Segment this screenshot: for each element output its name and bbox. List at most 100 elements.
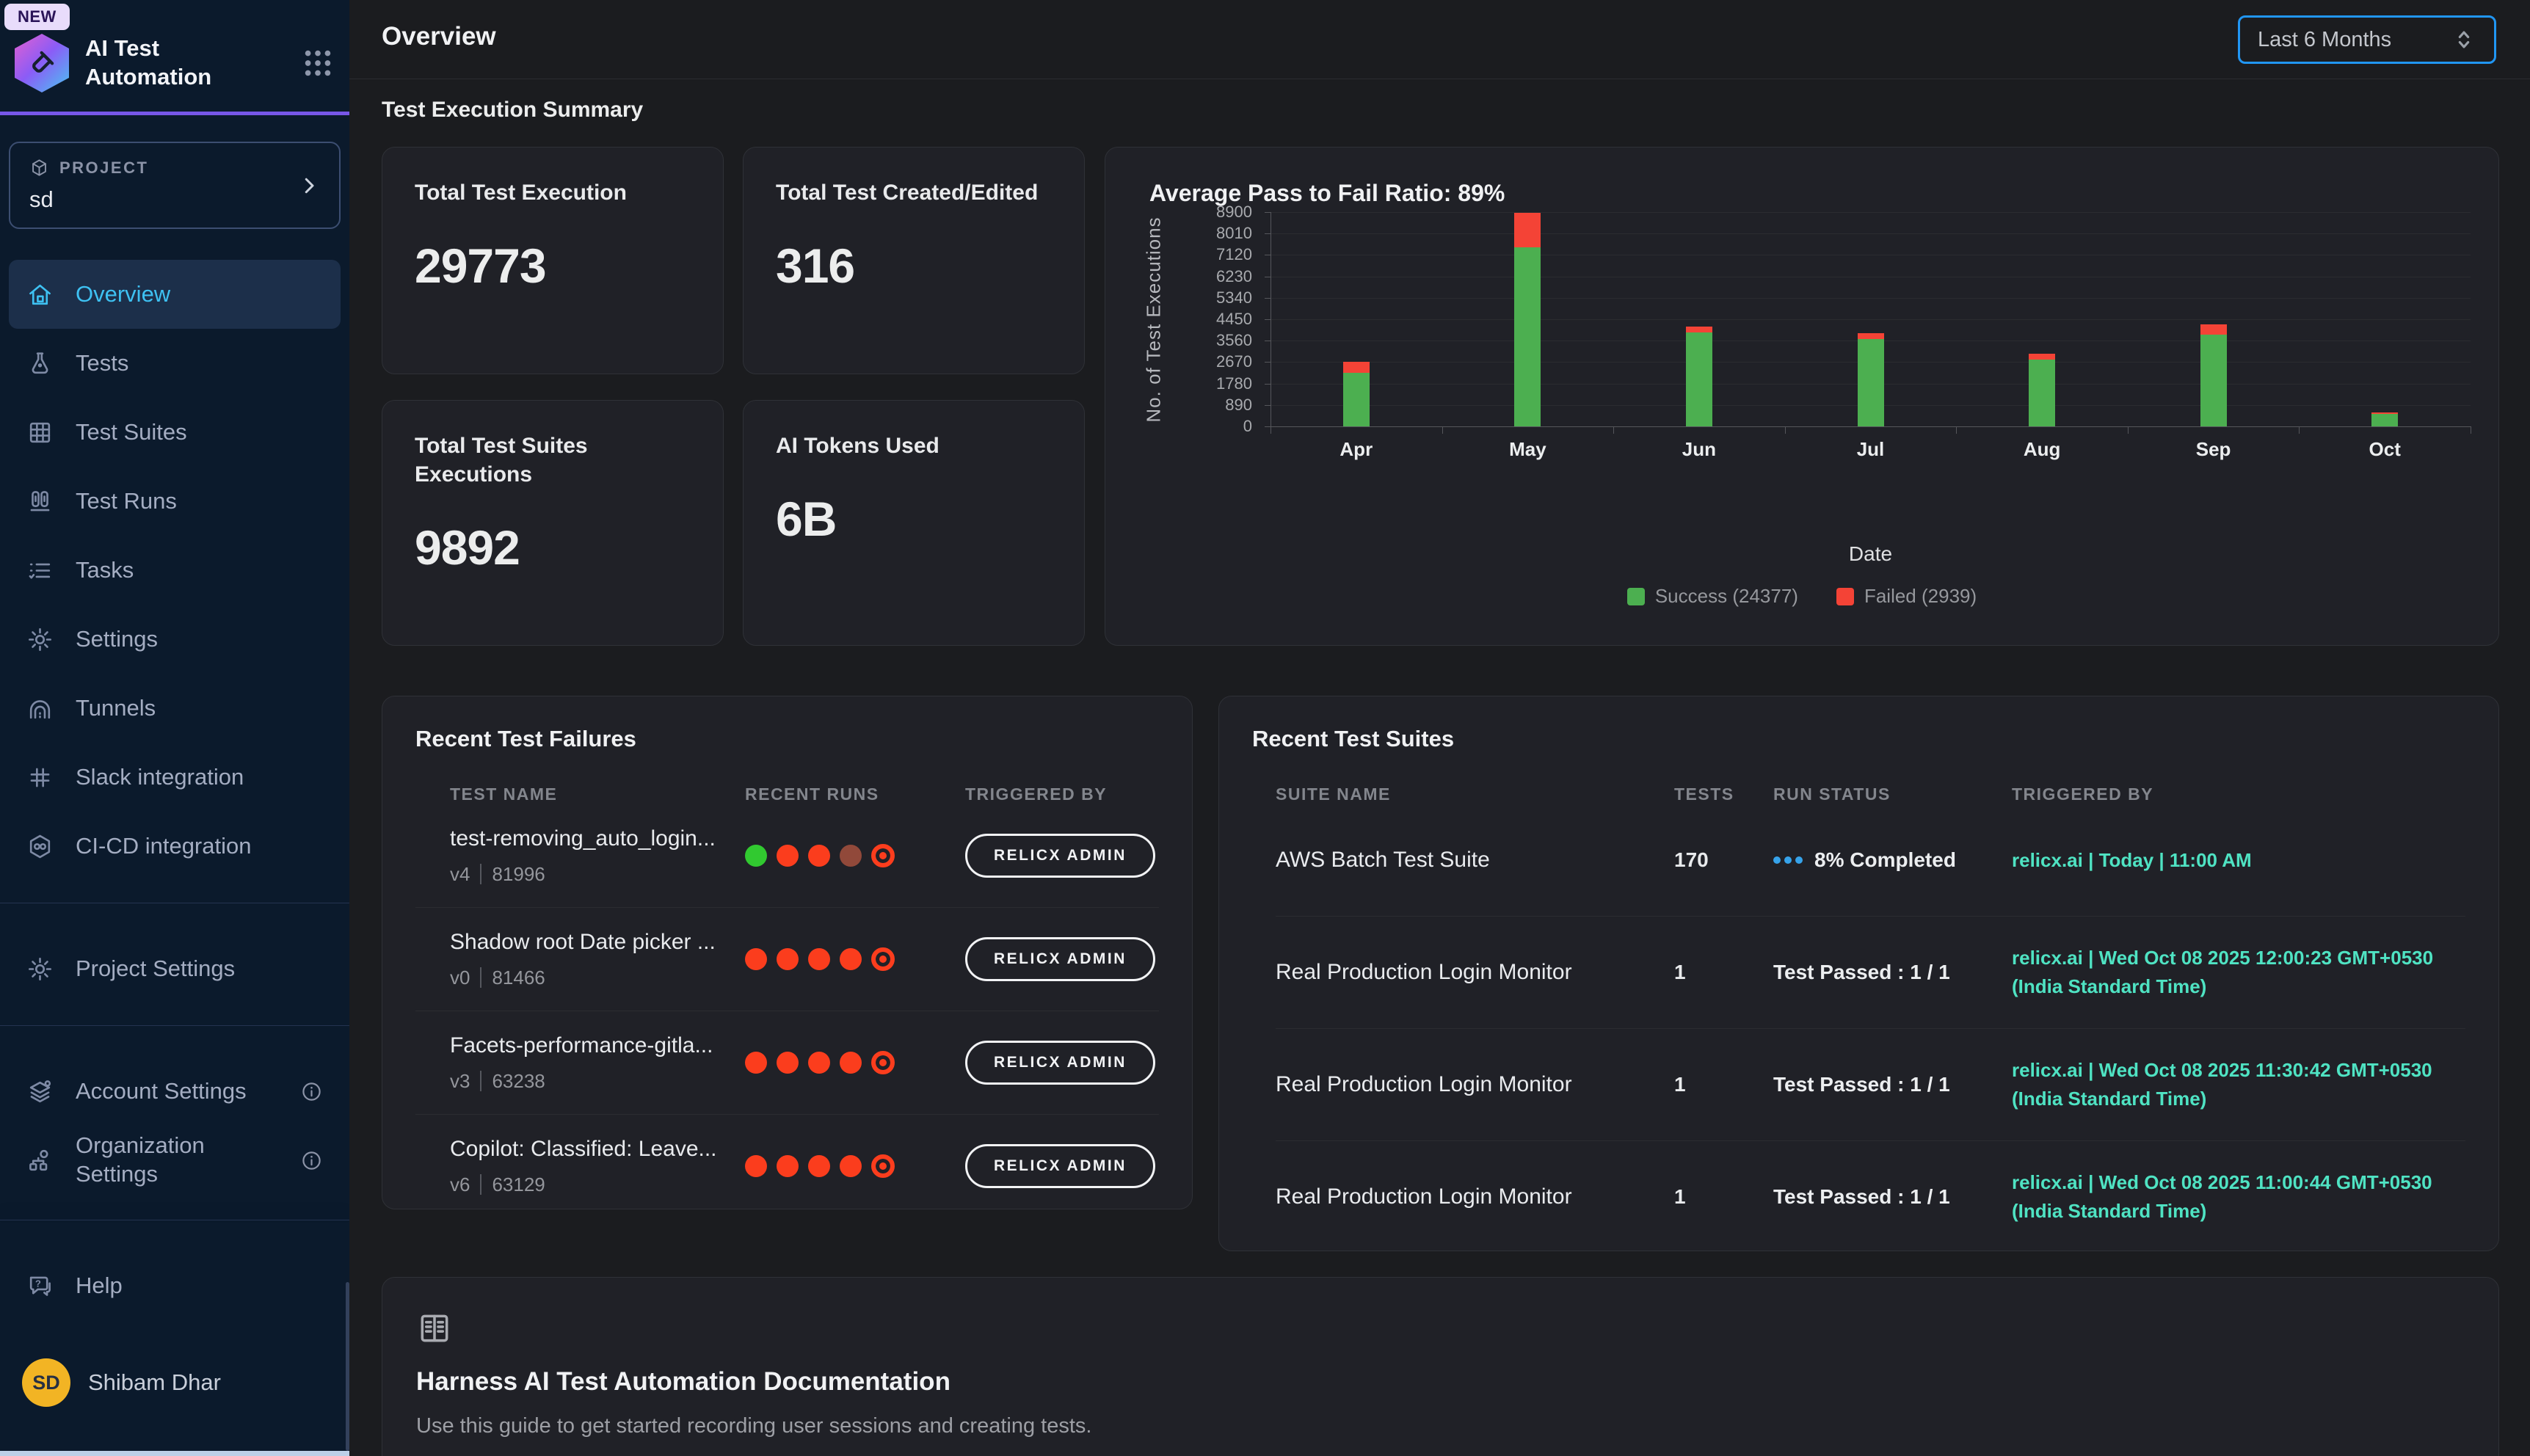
- sidebar-scrollbar-horizontal[interactable]: [0, 1451, 349, 1456]
- run-status-dot-red[interactable]: [777, 845, 799, 867]
- info-icon[interactable]: [300, 1080, 323, 1103]
- run-status-dot-red[interactable]: [777, 948, 799, 970]
- slack-icon: [26, 764, 54, 791]
- run-status-dot-red[interactable]: [808, 1155, 830, 1177]
- run-status-dot-ring[interactable]: [871, 1051, 895, 1074]
- bar-failed-aug[interactable]: [2029, 354, 2055, 360]
- run-status-dot-red[interactable]: [808, 948, 830, 970]
- bar-failed-jul[interactable]: [1858, 333, 1884, 340]
- sidebar-item-tasks[interactable]: Tasks: [9, 536, 341, 605]
- stat-card-value: 316: [776, 238, 1052, 294]
- run-status-dot-red[interactable]: [808, 1052, 830, 1074]
- run-status-dot-ring[interactable]: [871, 844, 895, 867]
- sidebar-item-label: Account Settings: [76, 1078, 247, 1104]
- bar-success-may[interactable]: [1514, 247, 1541, 426]
- suite-triggered-by[interactable]: relicx.ai | Wed Oct 08 2025 11:30:42 GMT…: [2012, 1056, 2465, 1113]
- y-tick-label: 8900: [1105, 203, 1252, 222]
- stat-card-value: 9892: [415, 520, 691, 575]
- sidebar-item-tests[interactable]: Tests: [9, 329, 341, 398]
- sidebar-item-label: Tasks: [76, 557, 134, 583]
- test-suite-row[interactable]: Real Production Login Monitor1Test Passe…: [1276, 1141, 2465, 1251]
- run-status-dot-faded[interactable]: [840, 845, 862, 867]
- run-status-dot-red[interactable]: [840, 1052, 862, 1074]
- time-range-select[interactable]: Last 6 Months: [2238, 15, 2496, 64]
- run-status-dot-ring[interactable]: [871, 1154, 895, 1178]
- test-run-id: 81996: [492, 863, 545, 886]
- sidebar-item-test-runs[interactable]: Test Runs: [9, 467, 341, 536]
- triggered-by-cell: RELICX ADMIN: [965, 1144, 1159, 1188]
- x-tick-label: Jul: [1827, 438, 1915, 461]
- pass-fail-chart-card: Average Pass to Fail Ratio: 89% No. of T…: [1105, 147, 2499, 646]
- chart-plot-area: 0890178026703560445053406230712080108900…: [1105, 148, 2498, 645]
- bar-success-apr[interactable]: [1343, 373, 1370, 426]
- recent-test-failures-card: Recent Test Failures TEST NAMERECENT RUN…: [382, 696, 1193, 1209]
- test-name-cell: test-removing_auto_login...v481996: [450, 826, 745, 886]
- run-status-dot-ring[interactable]: [871, 947, 895, 971]
- sidebar-item-overview[interactable]: Overview: [9, 260, 341, 329]
- y-tick-label: 890: [1105, 396, 1252, 415]
- triggered-by-button[interactable]: RELICX ADMIN: [965, 1041, 1155, 1085]
- sidebar: NEW AI Test Automation PROJECT sd Overvi…: [0, 0, 349, 1456]
- test-name-cell: Facets-performance-gitla...v363238: [450, 1033, 745, 1093]
- bar-success-oct[interactable]: [2371, 414, 2398, 426]
- suite-tests-count: 1: [1674, 1073, 1773, 1096]
- test-failure-row[interactable]: Copilot: Classified: Leave...v663129RELI…: [415, 1115, 1159, 1209]
- test-suite-row[interactable]: Real Production Login Monitor1Test Passe…: [1276, 917, 2465, 1029]
- sidebar-item-tunnels[interactable]: Tunnels: [9, 674, 341, 743]
- test-suite-row[interactable]: AWS Batch Test Suite1708% Completedrelic…: [1276, 804, 2465, 917]
- test-suite-row[interactable]: Real Production Login Monitor1Test Passe…: [1276, 1029, 2465, 1141]
- run-status-dot-red[interactable]: [840, 948, 862, 970]
- run-status-dot-red[interactable]: [777, 1052, 799, 1074]
- suite-triggered-by[interactable]: relicx.ai | Wed Oct 08 2025 11:00:44 GMT…: [2012, 1168, 2465, 1226]
- run-status-dot-red[interactable]: [745, 1155, 767, 1177]
- bar-success-sep[interactable]: [2200, 335, 2227, 426]
- main-content: Overview Last 6 Months Test Execution Su…: [349, 0, 2530, 1456]
- sidebar-item-slack-integration[interactable]: Slack integration: [9, 743, 341, 812]
- legend-swatch: [1836, 588, 1854, 605]
- bar-failed-apr[interactable]: [1343, 362, 1370, 372]
- bar-failed-may[interactable]: [1514, 213, 1541, 247]
- test-failure-row[interactable]: test-removing_auto_login...v481996RELICX…: [415, 804, 1159, 908]
- triggered-by-cell: RELICX ADMIN: [965, 937, 1159, 981]
- recent-test-suites-title: Recent Test Suites: [1252, 726, 2465, 752]
- docs-title: Harness AI Test Automation Documentation: [416, 1367, 2465, 1397]
- bar-failed-oct[interactable]: [2371, 412, 2398, 414]
- sidebar-item-settings[interactable]: Settings: [9, 605, 341, 674]
- run-status-dot-red[interactable]: [745, 948, 767, 970]
- project-selector[interactable]: PROJECT sd: [9, 142, 341, 229]
- legend-swatch: [1627, 588, 1645, 605]
- bar-failed-sep[interactable]: [2200, 324, 2227, 335]
- sidebar-item-account-settings[interactable]: Account Settings: [9, 1057, 341, 1126]
- info-icon[interactable]: [300, 1149, 323, 1172]
- triggered-by-button[interactable]: RELICX ADMIN: [965, 834, 1155, 878]
- column-header-tests: TESTS: [1674, 785, 1773, 804]
- run-status-dot-red[interactable]: [840, 1155, 862, 1177]
- sidebar-item-test-suites[interactable]: Test Suites: [9, 398, 341, 467]
- sidebar-item-project-settings[interactable]: Project Settings: [9, 934, 341, 1003]
- y-tick-label: 8010: [1105, 224, 1252, 243]
- bar-failed-jun[interactable]: [1686, 327, 1712, 333]
- test-run-id: 63238: [492, 1070, 545, 1093]
- app-title: AI Test Automation: [85, 34, 261, 92]
- sidebar-item-organization-settings[interactable]: Organization Settings: [9, 1126, 341, 1195]
- run-status-dot-red[interactable]: [745, 1052, 767, 1074]
- apps-grid-icon[interactable]: [301, 46, 335, 80]
- triggered-by-button[interactable]: RELICX ADMIN: [965, 1144, 1155, 1188]
- bar-success-jun[interactable]: [1686, 332, 1712, 426]
- user-profile[interactable]: SD Shibam Dhar: [22, 1358, 349, 1407]
- run-status-dot-green[interactable]: [745, 845, 767, 867]
- test-version: v4: [450, 863, 470, 886]
- test-failure-row[interactable]: Shadow root Date picker ...v081466RELICX…: [415, 908, 1159, 1011]
- bar-success-jul[interactable]: [1858, 339, 1884, 426]
- run-status-dot-red[interactable]: [808, 845, 830, 867]
- test-failure-row[interactable]: Facets-performance-gitla...v363238 RELICX…: [415, 1011, 1159, 1115]
- bar-success-aug[interactable]: [2029, 360, 2055, 426]
- suite-run-status: Test Passed : 1 / 1: [1773, 1073, 2012, 1096]
- run-status-dot-red[interactable]: [777, 1155, 799, 1177]
- sidebar-item-ci-cd-integration[interactable]: CI-CD integration: [9, 812, 341, 881]
- x-tick-label: Sep: [2170, 438, 2258, 461]
- suite-triggered-by[interactable]: relicx.ai | Today | 11:00 AM: [2012, 846, 2465, 875]
- sidebar-item-help[interactable]: Help: [9, 1251, 341, 1320]
- triggered-by-button[interactable]: RELICX ADMIN: [965, 937, 1155, 981]
- suite-triggered-by[interactable]: relicx.ai | Wed Oct 08 2025 12:00:23 GMT…: [2012, 944, 2465, 1001]
